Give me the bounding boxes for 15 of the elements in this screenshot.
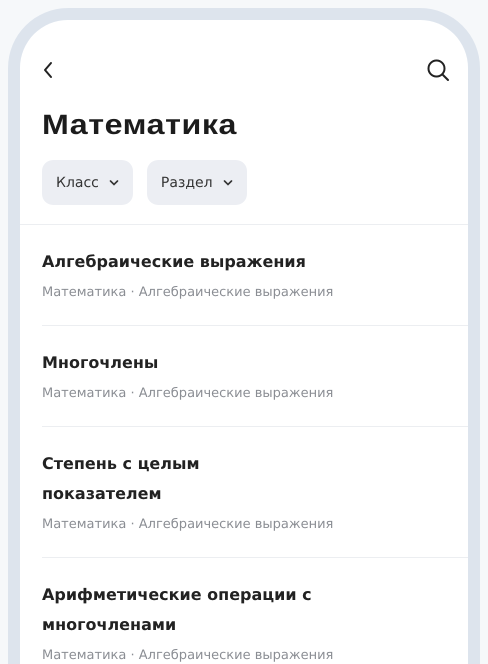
caret-icon	[222, 180, 233, 186]
topic-path: Математика · Алгебраические выражения	[42, 516, 334, 534]
topic-path: Математика · Алгебраические выражения	[42, 647, 334, 664]
page-title: Математика	[42, 108, 238, 142]
topic-title[interactable]: Алгебраические выражения	[42, 247, 317, 277]
search-icon[interactable]	[426, 58, 450, 82]
filter-dropdown[interactable]: Раздел	[146, 160, 247, 205]
topic-path: Математика · Алгебраические выражения	[42, 385, 334, 403]
filter-dropdown[interactable]: Класс	[42, 160, 133, 205]
topic-title[interactable]: Степень с целым показателем	[42, 449, 317, 509]
caret-icon	[108, 180, 119, 186]
back-icon[interactable]	[42, 61, 54, 79]
topic-path: Математика · Алгебраические выражения	[42, 284, 334, 302]
topic-title[interactable]: Многочлены	[42, 348, 317, 378]
topic-title[interactable]: Арифметические операции с многочленами	[42, 580, 317, 640]
